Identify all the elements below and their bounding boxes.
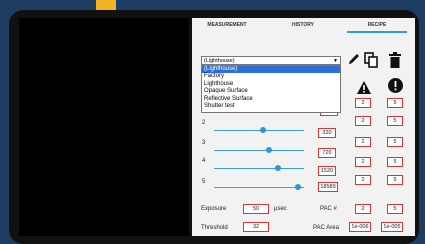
row-5-label: 5 bbox=[202, 179, 206, 185]
pac-area-a[interactable]: 1e-006 bbox=[349, 222, 371, 232]
active-tab-indicator bbox=[347, 31, 407, 33]
tab-bar: MEASUREMENT HISTORY RECIPE bbox=[192, 18, 415, 33]
row-2-slider[interactable] bbox=[214, 130, 304, 131]
dropdown-option[interactable]: Opaque Surface bbox=[202, 88, 340, 95]
camera-view bbox=[19, 18, 189, 236]
row-5-b[interactable]: 5 bbox=[387, 175, 403, 185]
copy-icon[interactable] bbox=[364, 52, 378, 68]
dropdown-option[interactable]: Shutter test bbox=[202, 103, 340, 110]
brand-accent-strip bbox=[96, 0, 116, 10]
recipe-panel: MEASUREMENT HISTORY RECIPE (Lighthouse) … bbox=[192, 18, 415, 236]
row-1-b[interactable]: 5 bbox=[387, 98, 403, 108]
tab-history[interactable]: HISTORY bbox=[268, 22, 338, 28]
recipe-dropdown-list: (Lighthouse) Factory Lighthouse Opaque S… bbox=[201, 65, 341, 113]
tab-recipe[interactable]: RECIPE bbox=[342, 22, 412, 28]
edit-pencil-icon[interactable] bbox=[347, 52, 361, 66]
pac-number-a[interactable]: 2 bbox=[355, 204, 371, 214]
error-icon bbox=[388, 78, 403, 93]
dropdown-option[interactable]: Lighthouse bbox=[202, 81, 340, 88]
row-5-slider[interactable] bbox=[214, 187, 304, 188]
exposure-label: Exposure bbox=[201, 206, 227, 212]
row-5-value[interactable]: 18589 bbox=[318, 182, 338, 192]
row-4-slider[interactable] bbox=[214, 168, 304, 169]
row-3-slider-knob[interactable] bbox=[266, 147, 272, 153]
pac-area-b[interactable]: 1e-005 bbox=[381, 222, 403, 232]
dropdown-option[interactable]: (Lighthouse) bbox=[202, 66, 340, 74]
exposure-unit: µsec bbox=[274, 206, 287, 212]
row-3-b[interactable]: 5 bbox=[387, 137, 403, 147]
row-4-value[interactable]: 1520 bbox=[318, 166, 336, 176]
row-2-label: 2 bbox=[202, 120, 206, 126]
row-4-label: 4 bbox=[202, 158, 206, 164]
row-4-a[interactable]: 2 bbox=[355, 157, 371, 167]
row-1-a[interactable]: 2 bbox=[355, 98, 371, 108]
pac-number-b[interactable]: 5 bbox=[387, 204, 403, 214]
exposure-input[interactable]: 50 bbox=[243, 204, 269, 214]
row-5-slider-knob[interactable] bbox=[295, 184, 301, 190]
row-4-slider-knob[interactable] bbox=[275, 165, 281, 171]
pac-area-label: PAC Area bbox=[313, 225, 339, 231]
row-4-b[interactable]: 5 bbox=[387, 157, 403, 167]
pac-number-label: PAC # bbox=[320, 206, 337, 212]
recipe-select-value: (Lighthouse) bbox=[204, 58, 235, 64]
recipe-select[interactable]: (Lighthouse) ▼ bbox=[201, 56, 341, 65]
row-2-slider-knob[interactable] bbox=[260, 127, 266, 133]
threshold-input[interactable]: 32 bbox=[243, 222, 269, 232]
warning-icon bbox=[357, 81, 371, 94]
row-2-b[interactable]: 5 bbox=[387, 116, 403, 126]
row-2-a[interactable]: 2 bbox=[355, 116, 371, 126]
row-3-value[interactable]: 720 bbox=[318, 148, 336, 158]
threshold-label: Threshold bbox=[201, 225, 228, 231]
row-3-label: 3 bbox=[202, 140, 206, 146]
dropdown-option[interactable]: Reflective Surface bbox=[202, 96, 340, 103]
row-2-value[interactable]: 320 bbox=[318, 128, 336, 138]
row-3-a[interactable]: 2 bbox=[355, 137, 371, 147]
tab-measurement[interactable]: MEASUREMENT bbox=[192, 22, 262, 28]
dropdown-option[interactable]: Factory bbox=[202, 73, 340, 80]
row-5-a[interactable]: 2 bbox=[355, 175, 371, 185]
trash-icon[interactable] bbox=[389, 52, 401, 68]
row-3-slider[interactable] bbox=[214, 150, 304, 151]
